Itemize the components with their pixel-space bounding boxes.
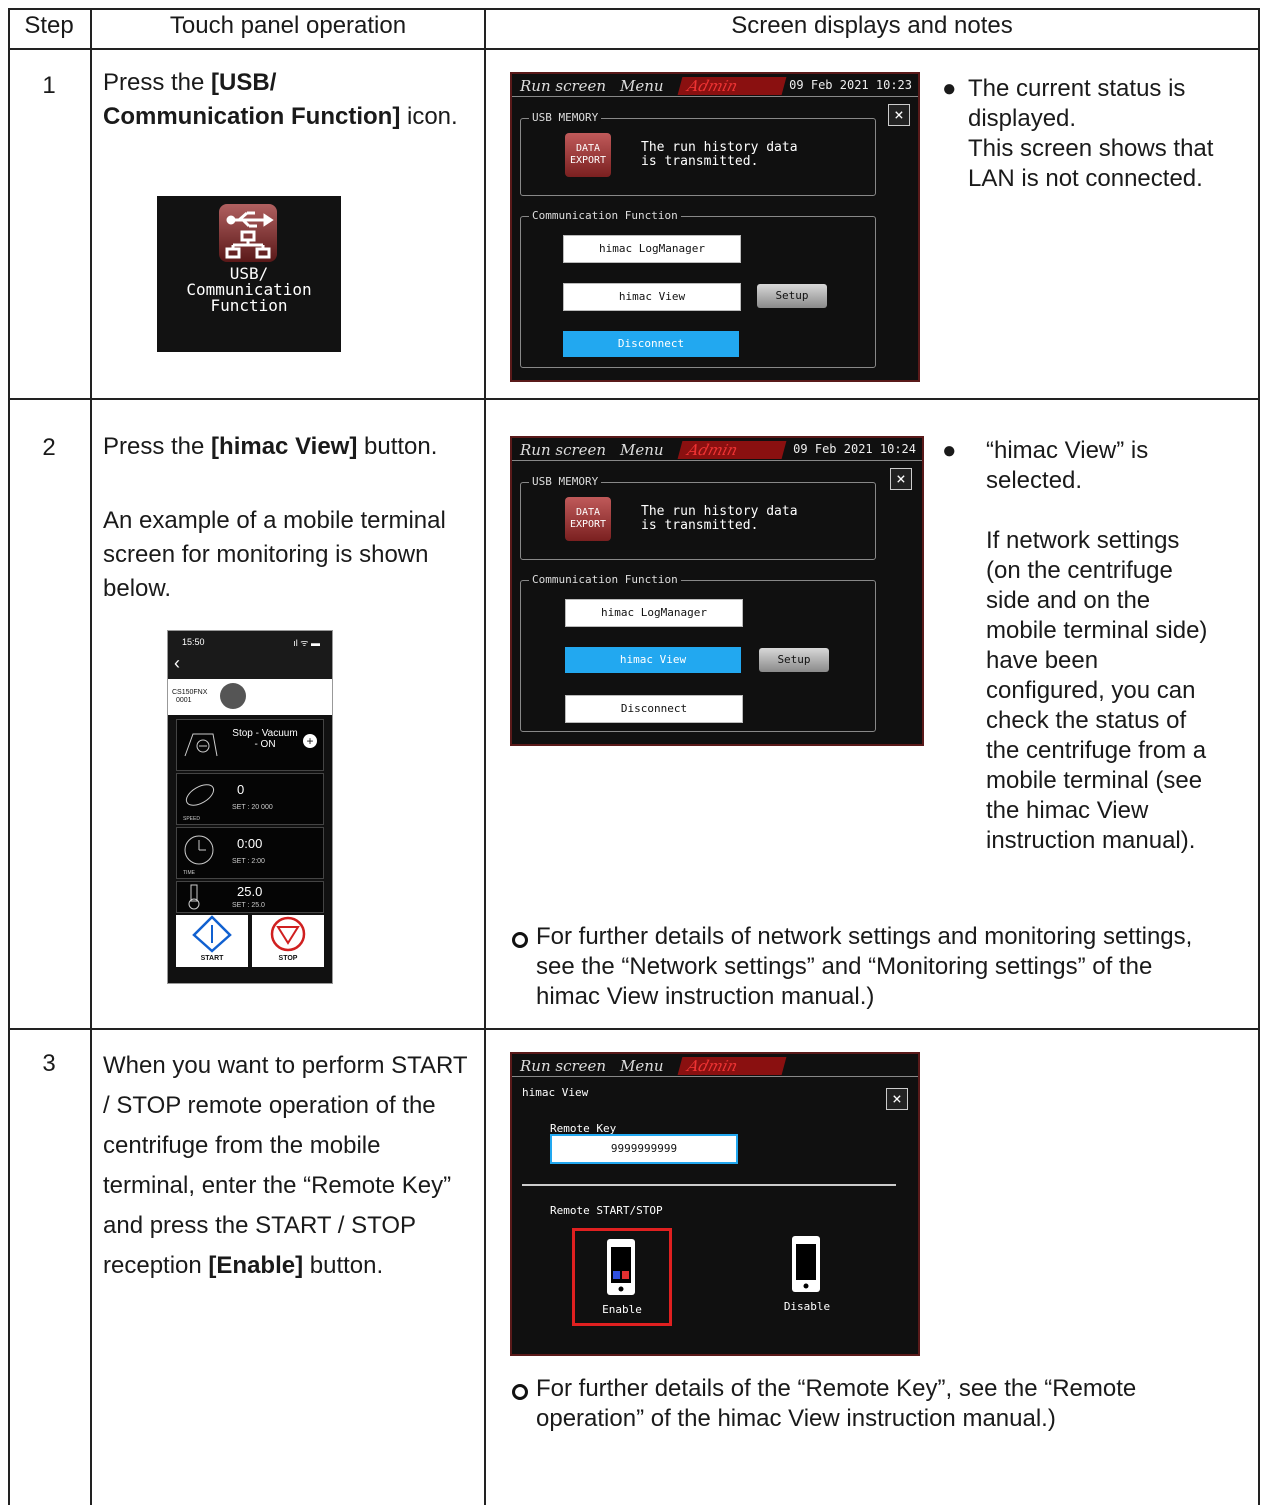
disable-button[interactable]: Disable bbox=[760, 1228, 854, 1320]
table-border-left bbox=[8, 8, 10, 1505]
stop-icon bbox=[270, 916, 306, 952]
phone-disable-icon bbox=[792, 1236, 820, 1292]
row2-note: “himac View” is selected. If network set… bbox=[986, 437, 1208, 854]
row-divider-1 bbox=[8, 398, 1260, 400]
phone-status-row: Stop - Vacuum - ON + bbox=[176, 719, 324, 771]
close-button[interactable]: × bbox=[888, 104, 910, 126]
step-number: 1 bbox=[42, 72, 56, 99]
header-operation: Touch panel operation bbox=[169, 12, 407, 39]
remote-start-stop-label: Remote START/STOP bbox=[550, 1204, 663, 1217]
table-border-top bbox=[8, 8, 1260, 10]
setup-button[interactable]: Setup bbox=[757, 284, 827, 308]
col-divider-1 bbox=[90, 8, 92, 1505]
tab-menu[interactable]: Menu bbox=[620, 1057, 664, 1075]
usb-memory-group: USB MEMORY DATA EXPORT The run history da… bbox=[520, 111, 876, 196]
phone-status-bar: 15:50 ıl ᯤ ▬ ‹ bbox=[168, 631, 332, 679]
header-step: Step bbox=[24, 12, 74, 39]
disconnect-button[interactable]: Disconnect bbox=[565, 695, 743, 723]
history-status-text: The run history data is transmitted. bbox=[641, 140, 798, 169]
tab-admin[interactable]: Admin bbox=[677, 441, 787, 459]
tab-admin[interactable]: Admin bbox=[677, 77, 787, 95]
remote-key-input[interactable]: 9999999999 bbox=[550, 1134, 738, 1164]
operation-text: When you want to perform START / STOP re… bbox=[103, 1052, 468, 1279]
row-divider-2 bbox=[8, 1028, 1260, 1030]
note-ring-icon bbox=[512, 1384, 528, 1400]
vacuum-icon bbox=[184, 733, 218, 757]
plus-icon[interactable]: + bbox=[303, 734, 317, 748]
enable-button[interactable]: Enable bbox=[572, 1228, 672, 1326]
status-indicator bbox=[220, 683, 246, 709]
start-icon bbox=[192, 915, 232, 953]
mobile-terminal-screen: 15:50 ıl ᯤ ▬ ‹ CS150FNX 0001 Stop - Vacuu… bbox=[167, 630, 333, 984]
tab-menu[interactable]: Menu bbox=[620, 77, 664, 95]
col-divider-2 bbox=[484, 8, 486, 1505]
close-button[interactable]: × bbox=[890, 468, 912, 490]
tab-underline bbox=[512, 460, 922, 461]
note-bullet-2: ● bbox=[942, 437, 957, 464]
tab-run-screen[interactable]: Run screen bbox=[520, 77, 606, 95]
rotor-icon bbox=[185, 784, 215, 806]
tab-underline bbox=[512, 96, 918, 97]
step-number: 3 bbox=[42, 1050, 56, 1077]
usb-memory-group: USB MEMORY DATA EXPORT The run history da… bbox=[520, 475, 876, 560]
divider bbox=[522, 1184, 896, 1186]
tab-menu[interactable]: Menu bbox=[620, 441, 664, 459]
phone-time-row: 0:00 SET : 2:00 TIME bbox=[176, 827, 324, 879]
tab-underline bbox=[512, 1076, 918, 1077]
himac-logmanager-button[interactable]: himac LogManager bbox=[565, 599, 743, 627]
close-button[interactable]: × bbox=[886, 1088, 908, 1110]
touch-panel-screen-3: Run screen Menu Admin himac View × Remot… bbox=[510, 1052, 920, 1356]
start-button[interactable]: START bbox=[176, 915, 248, 967]
row1-note: The current status is displayed. This sc… bbox=[968, 75, 1214, 192]
thermometer-icon bbox=[188, 884, 200, 910]
usb-communication-icon[interactable]: USB/ Communication Function bbox=[157, 196, 341, 352]
header-divider bbox=[8, 48, 1260, 50]
usb-memory-label: USB MEMORY bbox=[529, 475, 602, 488]
communication-function-group: Communication Function himac LogManager … bbox=[520, 209, 876, 368]
step-number: 2 bbox=[42, 434, 56, 461]
communication-function-group: Communication Function himac LogManager … bbox=[520, 573, 876, 732]
communication-function-label: Communication Function bbox=[529, 573, 681, 586]
clock-icon bbox=[184, 835, 214, 865]
phone-temp-row: 25.0 SET : 25.0 bbox=[176, 881, 324, 913]
header-notes: Screen displays and notes bbox=[731, 12, 1013, 39]
touch-panel-screen-2: Run screen Menu Admin 09 Feb 2021 10:24 … bbox=[510, 436, 924, 746]
disconnect-button[interactable]: Disconnect bbox=[563, 331, 739, 357]
table-border-right bbox=[1258, 8, 1260, 1505]
setup-button[interactable]: Setup bbox=[759, 648, 829, 672]
touch-panel-screen-1: Run screen Menu Admin 09 Feb 2021 10:23 … bbox=[510, 72, 920, 382]
row3-subnote: For further details of the “Remote Key”,… bbox=[536, 1375, 1137, 1432]
data-export-button[interactable]: DATA EXPORT bbox=[565, 497, 611, 541]
himac-view-button[interactable]: himac View bbox=[565, 647, 741, 673]
device-header: CS150FNX 0001 bbox=[168, 679, 332, 715]
usb-network-icon bbox=[219, 204, 277, 262]
note-bullet-1: ● bbox=[942, 75, 957, 102]
tab-run-screen[interactable]: Run screen bbox=[520, 1057, 606, 1075]
usb-icon-label: USB/ Communication Function bbox=[186, 264, 312, 315]
datetime: 09 Feb 2021 10:23 bbox=[789, 78, 912, 92]
history-status-text: The run history data is transmitted. bbox=[641, 504, 798, 533]
operation-text: Press the [USB/ Communication Function] … bbox=[103, 69, 458, 130]
operation-text: Press the [himac View] button. bbox=[103, 433, 438, 460]
himac-view-button[interactable]: himac View bbox=[563, 283, 741, 311]
communication-function-label: Communication Function bbox=[529, 209, 681, 222]
row2-subnote: For further details of network settings … bbox=[536, 923, 1193, 1010]
himac-view-title: himac View bbox=[522, 1086, 589, 1099]
note-ring-icon bbox=[512, 932, 528, 948]
data-export-button[interactable]: DATA EXPORT bbox=[565, 133, 611, 177]
operation-extra-text: An example of a mobile terminal screen f… bbox=[103, 507, 446, 602]
phone-speed-row: 0 SET : 20 000 SPEED bbox=[176, 773, 324, 825]
usb-memory-label: USB MEMORY bbox=[529, 111, 602, 124]
phone-enable-icon bbox=[607, 1239, 635, 1295]
tab-admin[interactable]: Admin bbox=[677, 1057, 787, 1075]
datetime: 09 Feb 2021 10:24 bbox=[793, 442, 916, 456]
back-icon[interactable]: ‹ bbox=[174, 653, 180, 674]
himac-logmanager-button[interactable]: himac LogManager bbox=[563, 235, 741, 263]
tab-run-screen[interactable]: Run screen bbox=[520, 441, 606, 459]
stop-button[interactable]: STOP bbox=[252, 915, 324, 967]
